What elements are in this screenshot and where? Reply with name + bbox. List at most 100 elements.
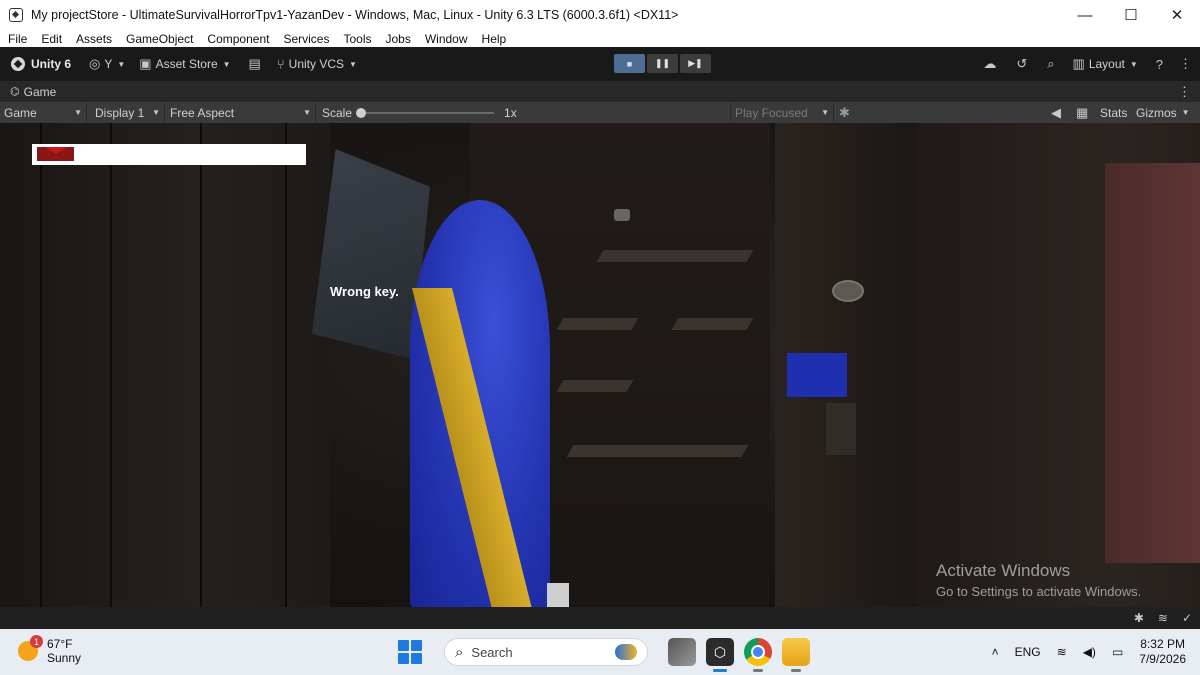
unity-taskbar-app[interactable]: ⬡ — [706, 638, 734, 672]
tab-menu-icon[interactable]: ⋮ — [1178, 84, 1191, 100]
scale-value: 1x — [504, 105, 517, 120]
debug-icon[interactable]: ✱ — [1134, 611, 1144, 625]
play-mode-dropdown[interactable]: Play Focused ▼ — [730, 103, 834, 122]
layers-icon[interactable]: ≋ — [1158, 611, 1168, 625]
task-view-button[interactable] — [668, 638, 696, 666]
tab-game[interactable]: ⌬ Game — [10, 85, 56, 99]
chevron-down-icon: ▼ — [1129, 59, 1138, 69]
cloud-icon[interactable]: ☁ — [983, 56, 996, 72]
windows-taskbar: 1 67°F Sunny ⌕ Search ⬡ ˄ ENG ≋ ◀) ▭ 8:3… — [0, 629, 1200, 675]
vcs-dropdown[interactable]: ⑂ Unity VCS ▼ — [277, 57, 357, 72]
menu-gameobject[interactable]: GameObject — [126, 32, 193, 46]
maximize-button[interactable]: ☐ — [1108, 0, 1154, 30]
gizmos-label: Gizmos — [1136, 105, 1177, 120]
system-tray: ˄ ENG ≋ ◀) ▭ 8:32 PM 7/9/2026 — [992, 629, 1200, 675]
taskbar-search[interactable]: ⌕ Search — [444, 638, 648, 666]
minimize-button[interactable]: — — [1062, 0, 1108, 30]
unity-account-menu[interactable]: Unity 6 — [11, 57, 71, 71]
aspect-dropdown[interactable]: Free Aspect ▼ — [165, 103, 316, 122]
unity-logo-icon — [11, 57, 25, 71]
search-icon[interactable]: ⌕ — [1047, 56, 1054, 72]
bug-icon[interactable]: ✱ — [839, 105, 850, 121]
audio-icon[interactable]: ◀ — [1051, 105, 1061, 121]
stop-button[interactable]: ■ — [614, 54, 645, 73]
chevron-down-icon: ▼ — [1181, 108, 1190, 117]
branch-icon: ⑂ — [276, 56, 285, 72]
chevron-down-icon: ▼ — [152, 108, 160, 117]
pause-button[interactable]: ❚❚ — [647, 54, 678, 73]
weather-temp: 67°F — [47, 637, 73, 651]
check-icon[interactable]: ✓ — [1182, 611, 1192, 625]
display-label: Display 1 — [95, 105, 145, 120]
menu-tools[interactable]: Tools — [343, 32, 371, 46]
stats-button[interactable]: Stats — [1100, 106, 1127, 120]
view-dropdown[interactable]: Game ▼ — [0, 103, 87, 122]
aspect-label: Free Aspect — [170, 105, 235, 120]
language-indicator[interactable]: ENG — [1015, 645, 1041, 659]
left-wall — [0, 123, 330, 607]
menu-component[interactable]: Component — [207, 32, 269, 46]
layout-dropdown[interactable]: ▥ Layout ▼ — [1073, 56, 1138, 72]
battery-icon[interactable]: ▭ — [1112, 645, 1123, 659]
step-button[interactable]: ▶❚ — [680, 54, 711, 73]
chevron-up-icon[interactable]: ˄ — [992, 645, 999, 659]
weather-desc: Sunny — [47, 651, 82, 665]
keyboard-icon[interactable]: ▦ — [1076, 105, 1088, 121]
play-controls: ■ ❚❚ ▶❚ — [614, 54, 711, 73]
wifi-icon[interactable]: ≋ — [1057, 645, 1067, 659]
activate-windows-watermark: Activate Windows Go to Settings to activ… — [936, 561, 1141, 599]
menu-file[interactable]: File — [8, 32, 27, 46]
health-bar-fill — [37, 147, 74, 161]
health-bar — [32, 144, 306, 165]
menu-assets[interactable]: Assets — [76, 32, 112, 46]
unity-label: Unity 6 — [31, 57, 72, 71]
unity-app-icon — [9, 8, 23, 22]
account-dropdown[interactable]: ◎ Y ▼ — [89, 56, 125, 72]
pink-wall-panel — [1105, 163, 1200, 563]
main-toolbar: Unity 6 ◎ Y ▼ ▣ Asset Store ▼ ▤ ⑂ Unity … — [0, 47, 1200, 81]
start-button[interactable] — [398, 640, 422, 664]
package-button[interactable]: ▤ — [249, 56, 261, 72]
menu-bar: File Edit Assets GameObject Component Se… — [0, 30, 1200, 47]
more-icon[interactable]: ⋮ — [1179, 56, 1192, 72]
asset-store-dropdown[interactable]: ▣ Asset Store ▼ — [139, 56, 230, 72]
file-explorer-taskbar-app[interactable] — [782, 638, 810, 672]
clock-date: 7/9/2026 — [1139, 652, 1186, 666]
layout-icon: ▥ — [1072, 56, 1085, 71]
chevron-down-icon: ▼ — [117, 59, 126, 69]
scale-slider-handle[interactable] — [356, 107, 367, 118]
game-message: Wrong key. — [330, 284, 399, 299]
volume-icon[interactable]: ◀) — [1083, 645, 1096, 659]
window-title: My projectStore - UltimateSurvivalHorror… — [31, 8, 679, 22]
held-item — [547, 583, 569, 607]
menu-jobs[interactable]: Jobs — [385, 32, 410, 46]
stop-icon: ■ — [626, 58, 633, 69]
chrome-taskbar-app[interactable] — [744, 638, 772, 672]
close-button[interactable]: ✕ — [1154, 0, 1200, 30]
game-viewport[interactable]: Wrong key. Activate Windows Go to Settin… — [0, 123, 1200, 607]
search-highlight-icon — [615, 644, 637, 660]
step-icon: ▶❚ — [688, 58, 703, 68]
pause-icon: ❚❚ — [654, 58, 671, 68]
menu-help[interactable]: Help — [482, 32, 507, 46]
activate-subtitle: Go to Settings to activate Windows. — [936, 584, 1142, 599]
clock[interactable]: 8:32 PM 7/9/2026 — [1139, 637, 1186, 667]
menu-edit[interactable]: Edit — [41, 32, 62, 46]
vcs-label: Unity VCS — [288, 57, 345, 71]
history-icon[interactable]: ↺ — [1016, 56, 1027, 72]
help-icon[interactable]: ? — [1156, 57, 1163, 72]
scale-slider[interactable] — [356, 107, 495, 118]
chevron-down-icon: ▼ — [821, 108, 829, 117]
display-dropdown[interactable]: Display 1 ▼ — [87, 103, 165, 122]
chevron-down-icon: ▼ — [74, 108, 82, 117]
lock-icon — [614, 209, 630, 221]
gizmos-dropdown[interactable]: Gizmos ▼ — [1136, 106, 1190, 120]
menu-window[interactable]: Window — [425, 32, 468, 46]
unity-icon: ⬡ — [713, 643, 727, 660]
play-mode-label: Play Focused — [735, 105, 808, 120]
clock-time: 8:32 PM — [1140, 637, 1185, 651]
weather-widget[interactable]: 1 67°F Sunny — [18, 635, 82, 665]
menu-services[interactable]: Services — [283, 32, 329, 46]
user-icon: ◎ — [89, 56, 101, 71]
notification-badge: 1 — [30, 635, 43, 648]
